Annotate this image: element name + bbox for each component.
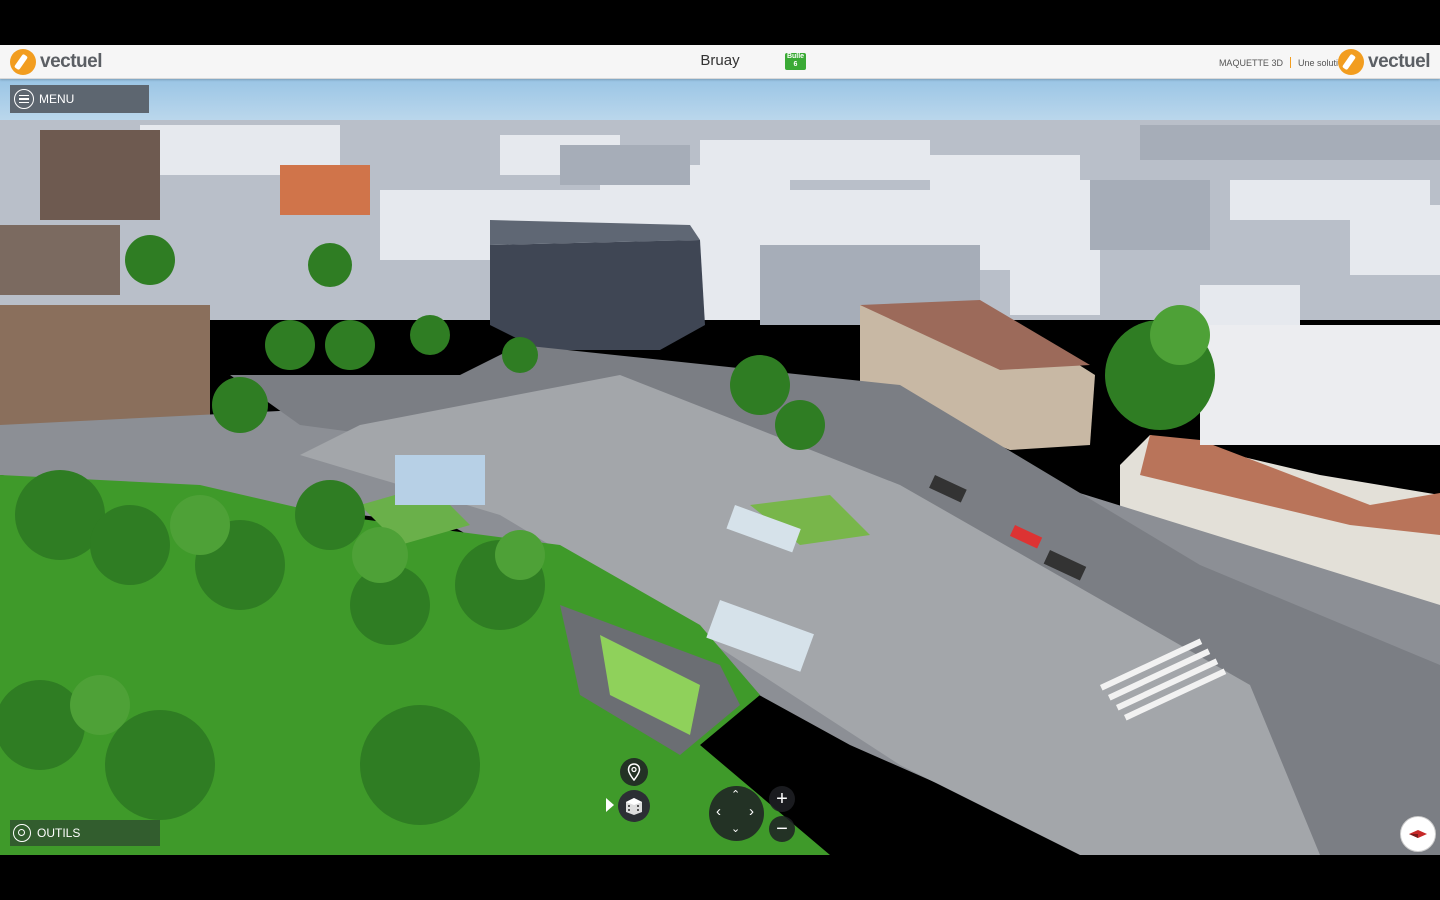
tools-label: OUTILS [37,826,81,840]
nav-right-icon[interactable]: › [749,804,754,819]
vectuel-logo-right[interactable]: vectuel [1338,49,1430,75]
brand-separator [1289,57,1291,68]
nav-up-icon[interactable]: ⌃ [731,790,740,801]
3d-viewport[interactable] [0,45,1440,855]
bubble-badge[interactable]: Bulle 6 [785,53,806,70]
zoom-out-button[interactable]: − [769,816,795,842]
compass-button[interactable] [1400,816,1436,852]
expand-arrow-icon[interactable] [606,798,614,812]
nav-down-icon[interactable]: ⌄ [731,824,740,835]
location-pin-button[interactable] [620,758,648,786]
tools-icon [13,824,31,842]
menu-label: MENU [39,92,75,106]
map-pin-icon [627,763,641,781]
menu-button[interactable]: MENU [10,85,149,113]
building-icon [626,798,642,815]
brand-line: MAQUETTE 3D Une solution [1219,57,1348,68]
vectuel-logo-icon [1338,49,1365,75]
brand-label: MAQUETTE 3D [1218,57,1283,68]
hamburger-icon [14,89,34,109]
navigation-pad[interactable]: ⌃ ⌄ ‹ › [709,786,764,841]
nav-left-icon[interactable]: ‹ [716,804,721,819]
logo-wordmark: vectuel [1368,51,1430,72]
tools-button[interactable]: OUTILS [10,820,160,846]
zoom-in-button[interactable]: + [769,786,795,812]
city-scene[interactable] [0,45,1440,855]
top-header-bar: vectuel Bruay MAQUETTE 3D Une solution v… [0,45,1440,79]
building-view-button[interactable] [618,790,650,822]
compass-icon [1409,830,1427,838]
